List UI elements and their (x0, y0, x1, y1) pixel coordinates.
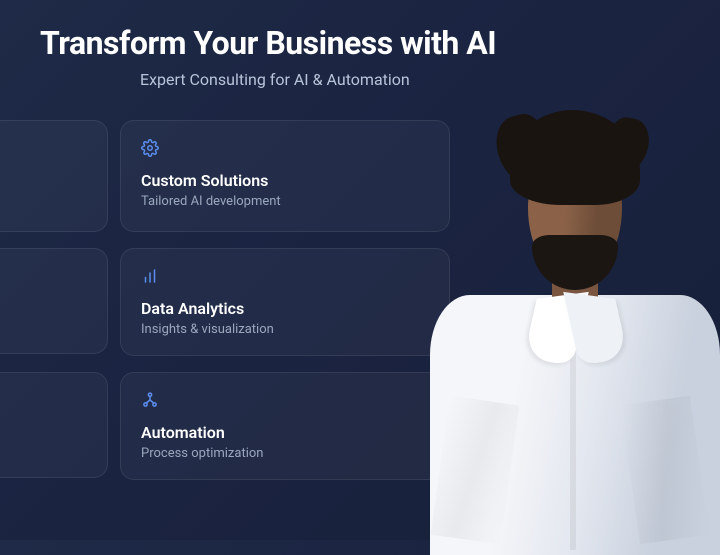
feature-cards: Custom Solutions Tailored AI development… (0, 120, 470, 496)
feature-card-custom-solutions[interactable]: Custom Solutions Tailored AI development (120, 120, 450, 232)
card-row: Automation Process optimization (0, 372, 470, 480)
card-description: Tailored AI development (141, 194, 429, 209)
card-stub (0, 372, 108, 478)
card-title: Data Analytics (141, 299, 429, 318)
bar-chart-icon (141, 267, 429, 289)
card-stub (0, 120, 108, 232)
card-row: Data Analytics Insights & visualization (0, 248, 470, 356)
card-description: Insights & visualization (141, 322, 429, 337)
card-title: Automation (141, 423, 429, 442)
workflow-icon (141, 391, 429, 413)
card-description: Process optimization (141, 446, 429, 461)
settings-icon (141, 139, 429, 161)
page-subtitle: Expert Consulting for AI & Automation (140, 70, 680, 89)
page-title: Transform Your Business with AI (40, 24, 680, 62)
hero-header: Transform Your Business with AI Expert C… (0, 0, 720, 97)
feature-card-automation[interactable]: Automation Process optimization (120, 372, 450, 480)
feature-card-data-analytics[interactable]: Data Analytics Insights & visualization (120, 248, 450, 356)
person-portrait (410, 100, 720, 540)
card-row: Custom Solutions Tailored AI development (0, 120, 470, 232)
card-title: Custom Solutions (141, 171, 429, 190)
card-stub (0, 248, 108, 354)
